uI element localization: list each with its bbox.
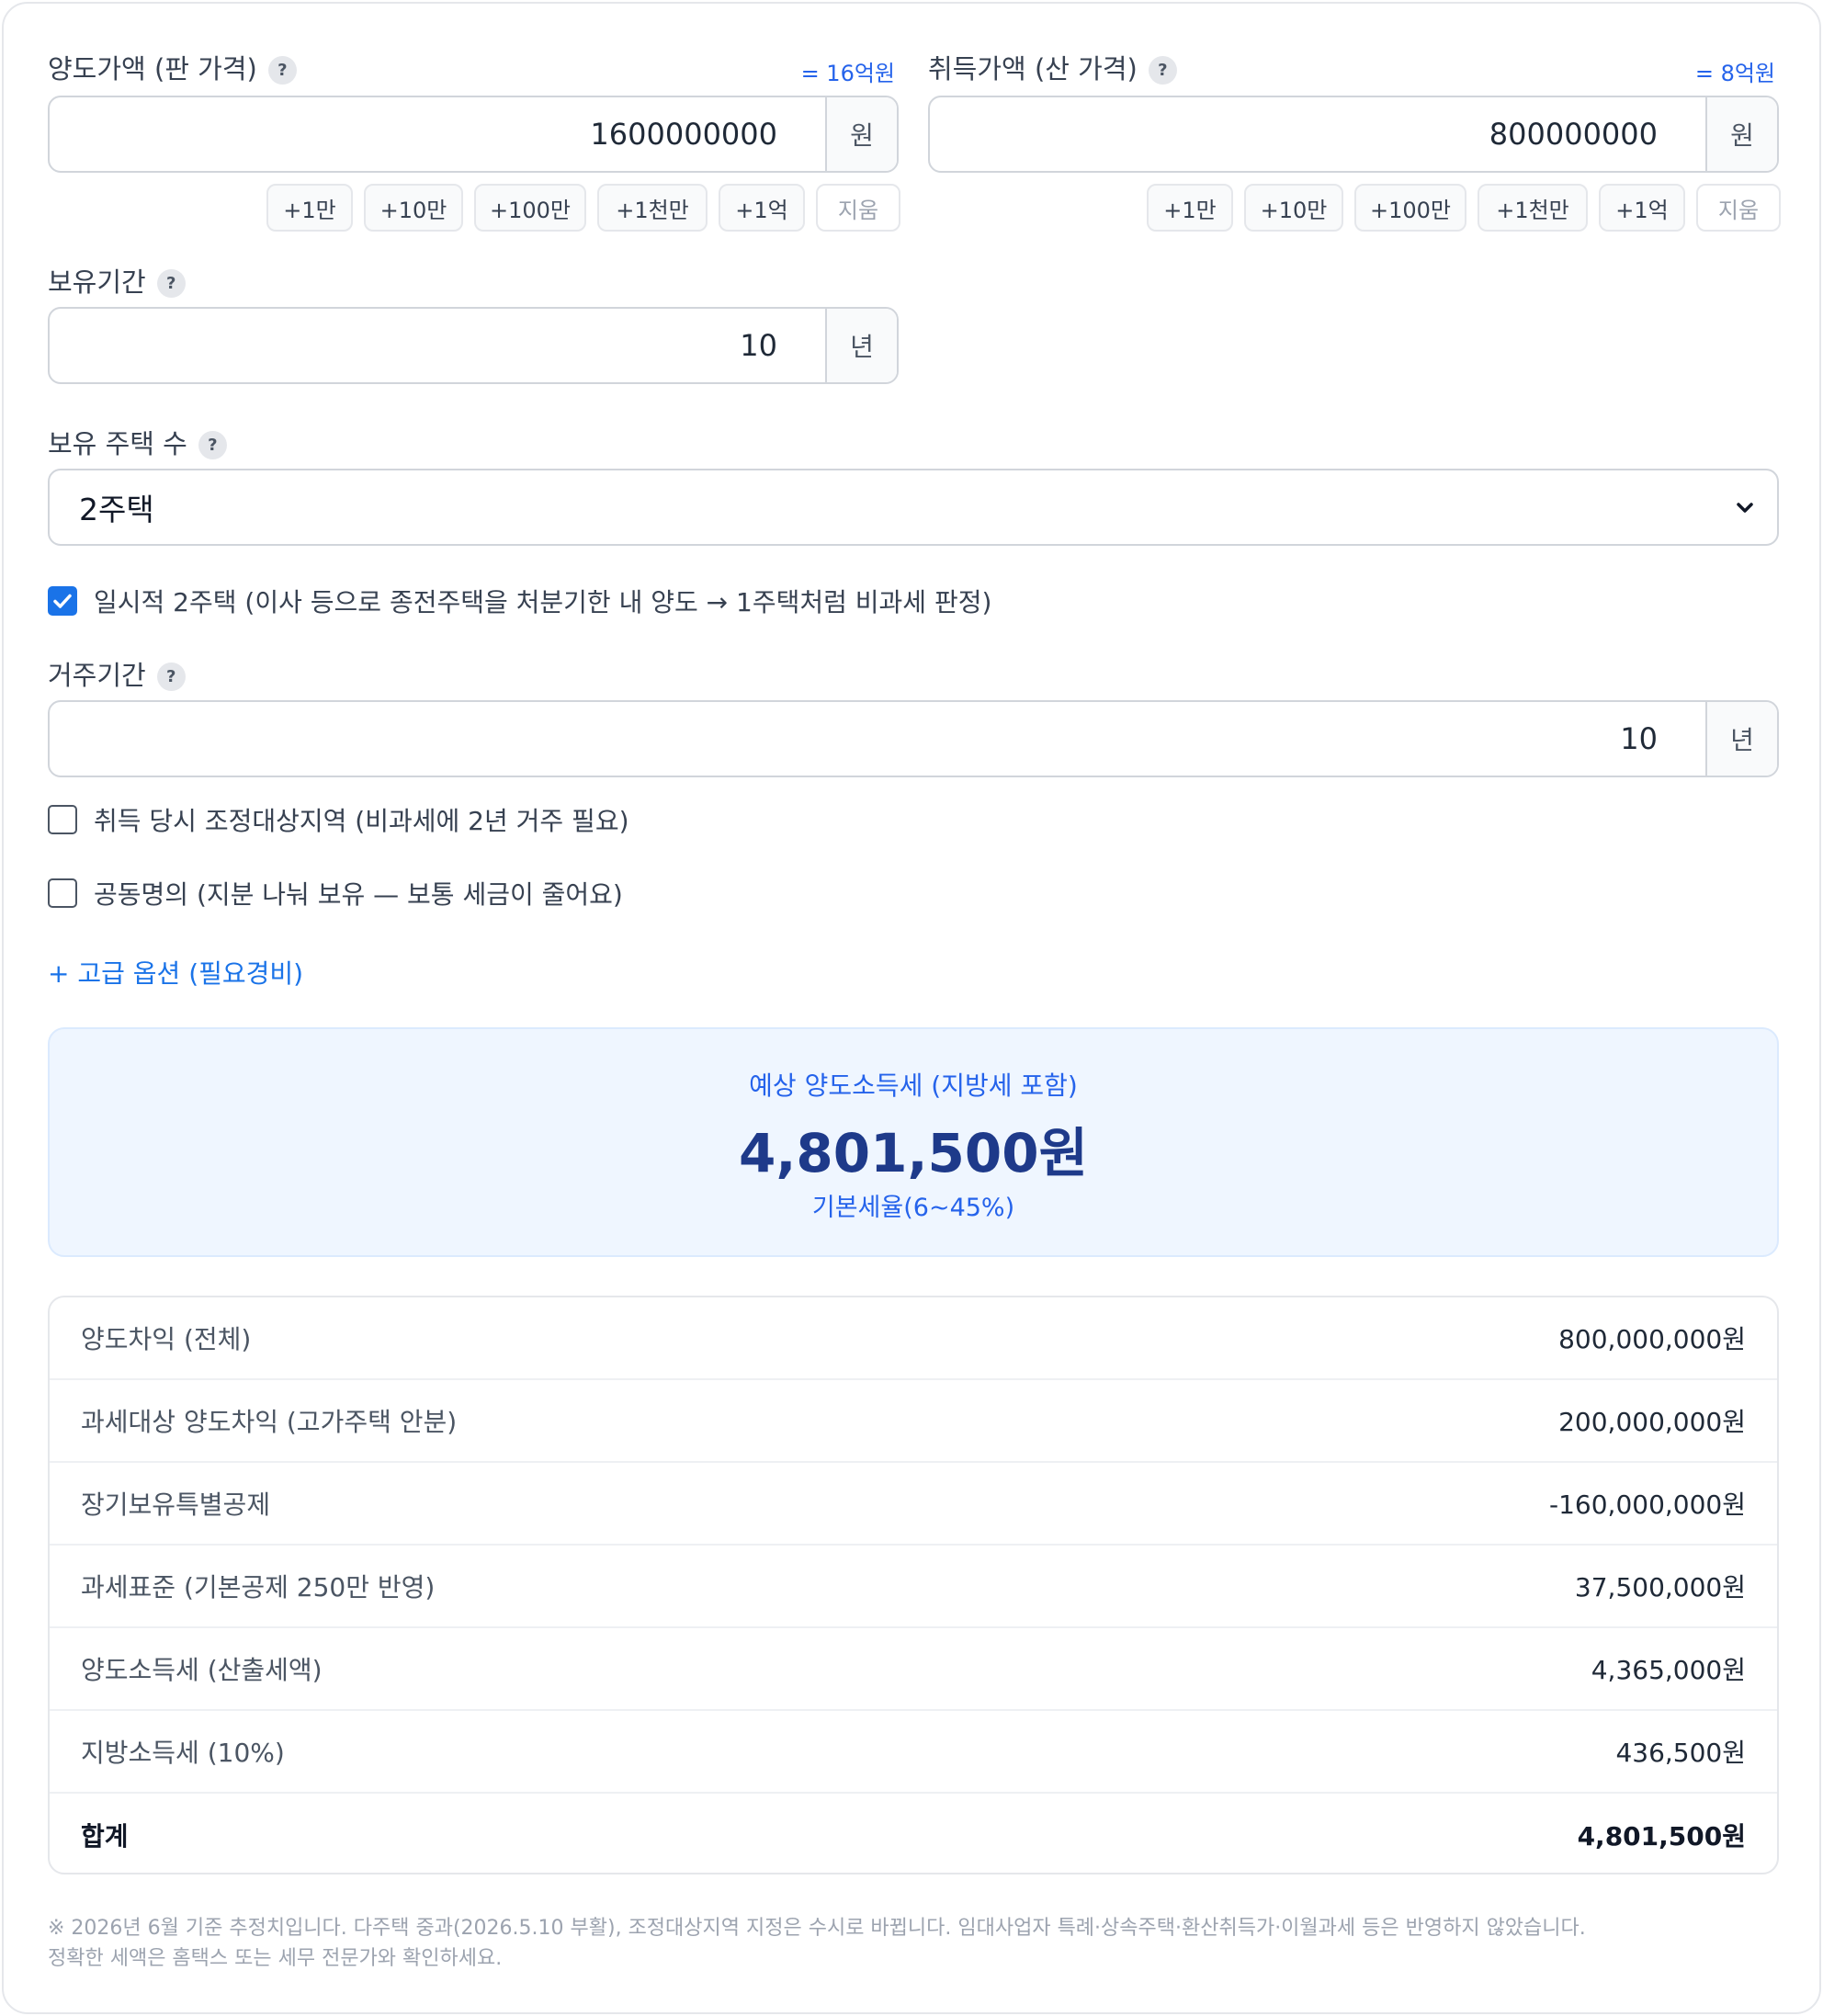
disclaimer-line-2: 정확한 세액은 홈택스 또는 세무 전문가와 확인하세요. — [48, 1947, 503, 1970]
residence-period-label: 거주기간 ? — [48, 654, 186, 693]
sale-price-input-group: 1600000000 원 — [48, 96, 899, 173]
check-icon — [53, 594, 72, 608]
help-icon[interactable]: ? — [267, 55, 297, 85]
help-icon[interactable]: ? — [156, 662, 186, 691]
sale-add-1m-button[interactable]: +100만 — [474, 184, 586, 232]
sale-add-10k-button[interactable]: +1만 — [266, 184, 353, 232]
help-icon[interactable]: ? — [156, 268, 186, 298]
table-row: 과세대상 양도차익 (고가주택 안분) 200,000,000원 — [50, 1380, 1777, 1463]
temporary-two-house-label: 일시적 2주택 (이사 등으로 종전주택을 처분기한 내 양도 → 1주택처럼 … — [94, 587, 992, 617]
acquisition-price-label: 취득가액 (산 가격) ? — [928, 48, 1177, 86]
table-row: 과세표준 (기본공제 250만 반영) 37,500,000원 — [50, 1546, 1777, 1628]
row-label: 합계 — [81, 1821, 129, 1852]
acq-add-10k-button[interactable]: +1만 — [1147, 184, 1233, 232]
temporary-two-house-checkbox[interactable] — [48, 586, 77, 616]
row-label: 양도차익 (전체) — [81, 1324, 252, 1354]
row-value: -160,000,000원 — [1549, 1489, 1746, 1520]
row-value: 436,500원 — [1615, 1738, 1746, 1768]
acq-add-100m-button[interactable]: +1억 — [1599, 184, 1685, 232]
table-row: 양도차익 (전체) 800,000,000원 — [50, 1297, 1777, 1380]
joint-ownership-checkbox[interactable] — [48, 878, 77, 908]
table-row: 지방소득세 (10%) 436,500원 — [50, 1711, 1777, 1794]
holding-period-unit: 년 — [825, 309, 897, 382]
sale-clear-button[interactable]: 지움 — [816, 184, 900, 232]
joint-ownership-label: 공동명의 (지분 나눠 보유 — 보통 세금이 줄어요) — [94, 879, 623, 910]
result-box: 예상 양도소득세 (지방세 포함) 4,801,500원 기본세율(6~45%) — [48, 1027, 1779, 1257]
acq-add-100k-button[interactable]: +10만 — [1244, 184, 1343, 232]
residence-period-input[interactable]: 10 — [50, 702, 1705, 776]
row-value: 4,801,500원 — [1577, 1821, 1746, 1852]
holding-period-input[interactable]: 10 — [50, 309, 825, 382]
row-value: 200,000,000원 — [1558, 1407, 1746, 1437]
disclaimer: ※ 2026년 6월 기준 추정치입니다. 다주택 중과(2026.5.10 부… — [48, 1913, 1784, 1974]
row-value: 800,000,000원 — [1558, 1324, 1746, 1354]
acquisition-price-input-group: 800000000 원 — [928, 96, 1779, 173]
house-count-select[interactable]: 2주택 — [48, 469, 1779, 546]
sale-price-equiv: = 16억원 — [800, 61, 895, 86]
acquisition-price-input[interactable]: 800000000 — [930, 97, 1705, 171]
sale-add-100m-button[interactable]: +1억 — [719, 184, 805, 232]
acquisition-price-unit: 원 — [1705, 97, 1777, 171]
acquisition-price-quick-buttons: +1만 +10만 +100만 +1천만 +1억 지움 — [1147, 184, 1781, 232]
sale-add-10m-button[interactable]: +1천만 — [597, 184, 708, 232]
row-label: 지방소득세 (10%) — [81, 1738, 285, 1768]
residence-period-input-group: 10 년 — [48, 700, 1779, 777]
sale-price-unit: 원 — [825, 97, 897, 171]
acq-add-1m-button[interactable]: +100만 — [1354, 184, 1466, 232]
row-label: 과세표준 (기본공제 250만 반영) — [81, 1572, 436, 1603]
temporary-two-house-option: 일시적 2주택 (이사 등으로 종전주택을 처분기한 내 양도 → 1주택처럼 … — [48, 583, 991, 619]
table-row-total: 합계 4,801,500원 — [50, 1794, 1777, 1873]
adjusted-area-label: 취득 당시 조정대상지역 (비과세에 2년 거주 필요) — [94, 806, 629, 836]
sale-price-quick-buttons: +1만 +10만 +100만 +1천만 +1억 지움 — [266, 184, 900, 232]
table-row: 양도소득세 (산출세액) 4,365,000원 — [50, 1628, 1777, 1711]
row-value: 4,365,000원 — [1591, 1655, 1746, 1685]
row-label: 과세대상 양도차익 (고가주택 안분) — [81, 1407, 458, 1437]
holding-period-input-group: 10 년 — [48, 307, 899, 384]
table-row: 장기보유특별공제 -160,000,000원 — [50, 1463, 1777, 1546]
help-icon[interactable]: ? — [1148, 55, 1177, 85]
disclaimer-line-1: ※ 2026년 6월 기준 추정치입니다. 다주택 중과(2026.5.10 부… — [48, 1917, 1586, 1940]
advanced-options-toggle[interactable]: + 고급 옵션 (필요경비) — [48, 954, 303, 991]
result-label: 예상 양도소득세 (지방세 포함) — [749, 1070, 1078, 1101]
result-rate-note: 기본세율(6~45%) — [811, 1194, 1015, 1222]
acq-clear-button[interactable]: 지움 — [1696, 184, 1781, 232]
sale-price-input[interactable]: 1600000000 — [50, 97, 825, 171]
adjusted-area-checkbox[interactable] — [48, 805, 77, 834]
calculator-card: 양도가액 (판 가격) ? = 16억원 1600000000 원 +1만 +1… — [2, 2, 1821, 2014]
row-value: 37,500,000원 — [1574, 1572, 1746, 1603]
house-count-label: 보유 주택 수 ? — [48, 423, 227, 461]
residence-period-unit: 년 — [1705, 702, 1777, 776]
holding-period-label: 보유기간 ? — [48, 261, 186, 300]
row-label: 장기보유특별공제 — [81, 1489, 271, 1520]
breakdown-table: 양도차익 (전체) 800,000,000원 과세대상 양도차익 (고가주택 안… — [48, 1296, 1779, 1874]
chevron-down-icon — [1737, 503, 1753, 513]
acq-add-10m-button[interactable]: +1천만 — [1478, 184, 1588, 232]
row-label: 양도소득세 (산출세액) — [81, 1655, 323, 1685]
sale-price-label: 양도가액 (판 가격) ? — [48, 48, 297, 86]
help-icon[interactable]: ? — [198, 430, 227, 459]
adjusted-area-option: 취득 당시 조정대상지역 (비과세에 2년 거주 필요) — [48, 801, 629, 838]
sale-add-100k-button[interactable]: +10만 — [364, 184, 463, 232]
result-amount: 4,801,500원 — [739, 1122, 1088, 1184]
acquisition-price-equiv: = 8억원 — [1694, 61, 1775, 86]
joint-ownership-option: 공동명의 (지분 나눠 보유 — 보통 세금이 줄어요) — [48, 875, 623, 912]
